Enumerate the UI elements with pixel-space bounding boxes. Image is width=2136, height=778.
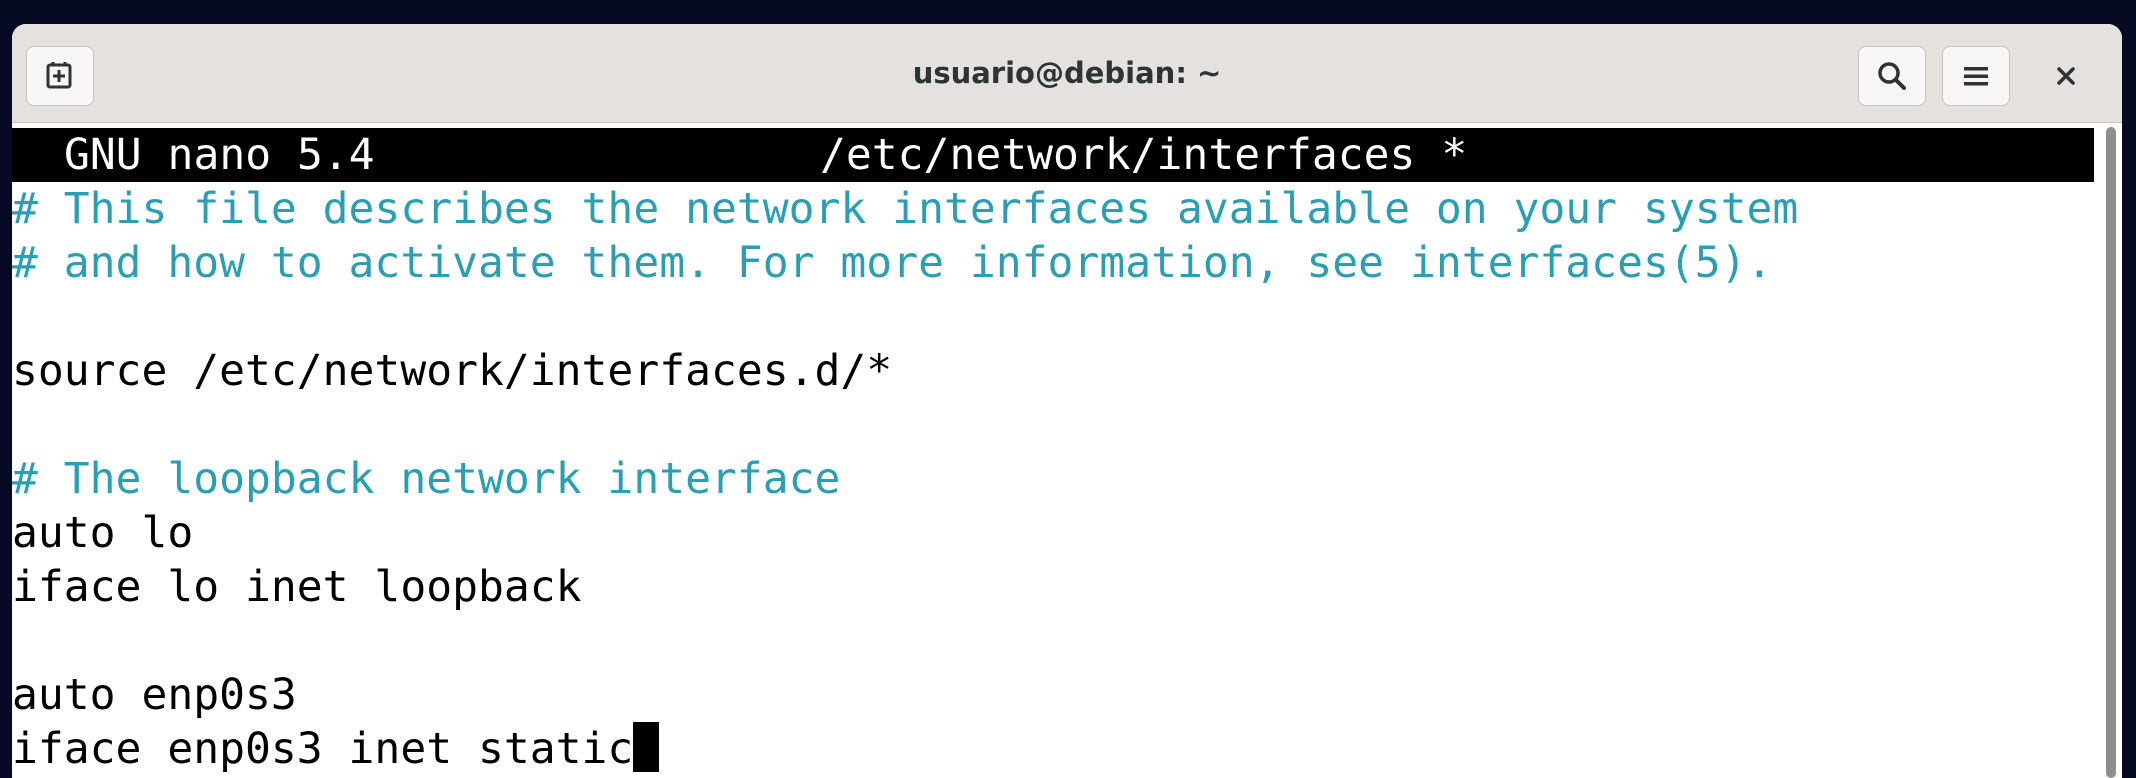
nano-version: GNU nano 5.4 — [64, 130, 375, 180]
window-title: usuario@debian: ~ — [912, 56, 1222, 90]
terminal-window: usuario@debian: ~ GNU nano 5.4 /etc/netw… — [12, 24, 2122, 778]
editor-line-text: iface enp0s3 inet static — [12, 724, 634, 774]
editor-line: # This file describes the network interf… — [12, 184, 1799, 234]
menu-button[interactable] — [1942, 46, 2010, 106]
editor-line: source /etc/network/interfaces.d/* — [12, 346, 893, 396]
search-icon — [1878, 62, 1906, 90]
close-icon — [2057, 67, 2075, 85]
text-cursor — [633, 722, 660, 772]
title-bar: usuario@debian: ~ — [12, 24, 2122, 123]
editor-line: # and how to activate them. For more inf… — [12, 238, 1773, 288]
editor-line-current: iface enp0s3 inet static — [12, 722, 660, 776]
search-button[interactable] — [1858, 46, 1926, 106]
editor-line: iface lo inet loopback — [12, 562, 582, 612]
hamburger-menu-icon — [1964, 67, 1988, 86]
editor-line: auto enp0s3 — [12, 670, 297, 720]
new-tab-button[interactable] — [26, 46, 94, 106]
terminal-content[interactable]: GNU nano 5.4 /etc/network/interfaces * #… — [12, 123, 2122, 778]
scrollbar-thumb[interactable] — [2106, 127, 2116, 778]
editor-line: auto lo — [12, 508, 194, 558]
nano-title-bar: GNU nano 5.4 /etc/network/interfaces * — [12, 128, 2094, 182]
new-tab-icon — [46, 62, 72, 89]
close-button[interactable] — [2036, 46, 2096, 106]
nano-file-name: /etc/network/interfaces * — [820, 130, 1468, 180]
editor-line: # The loopback network interface — [12, 454, 841, 504]
scrollbar[interactable] — [2100, 123, 2122, 778]
